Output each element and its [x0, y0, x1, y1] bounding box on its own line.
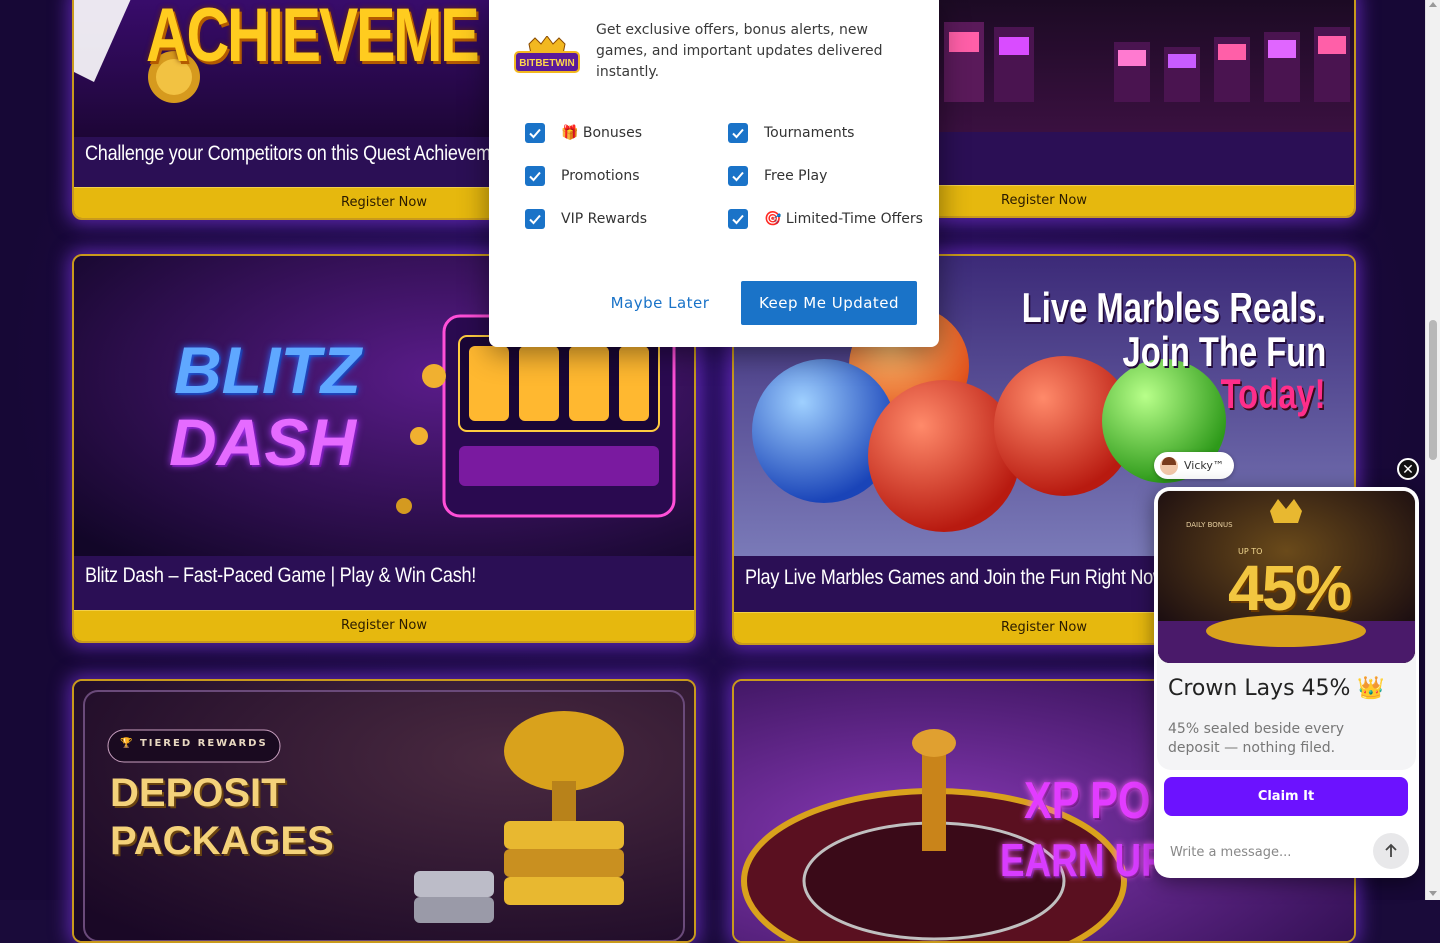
- deposit-title-line1: DEPOSIT: [110, 771, 286, 815]
- checkbox-checked[interactable]: [525, 166, 545, 186]
- daily-bonus-image: DAILY BONUS UP TO 45%: [1158, 491, 1415, 663]
- option-label: Tournaments: [764, 125, 855, 141]
- daily-bonus-label: DAILY BONUS: [1186, 521, 1233, 529]
- option-label: VIP Rewards: [561, 211, 648, 227]
- option-free-play[interactable]: Free Play: [728, 164, 827, 188]
- option-label: Free Play: [764, 168, 828, 184]
- agent-avatar: [1160, 456, 1178, 475]
- arrow-up-icon: [1385, 843, 1397, 857]
- card-caption: Blitz Dash – Fast-Paced Game | Play & Wi…: [85, 564, 477, 587]
- keep-me-updated-button[interactable]: Keep Me Updated: [741, 281, 917, 325]
- checkbox-checked[interactable]: [525, 123, 545, 143]
- option-promotions[interactable]: Promotions: [525, 164, 640, 188]
- xp-title-line1: XP PO: [1024, 772, 1151, 830]
- option-bonuses[interactable]: 🎁 Bonuses: [525, 121, 642, 145]
- send-button[interactable]: [1373, 833, 1409, 869]
- option-label: Promotions: [561, 168, 640, 184]
- promo-description: 45% sealed beside every deposit — nothin…: [1168, 721, 1345, 756]
- checkbox-checked[interactable]: [728, 209, 748, 229]
- checkbox-checked[interactable]: [728, 123, 748, 143]
- register-now-button[interactable]: Register Now: [74, 610, 694, 641]
- xp-title-line2: EARN UP: [1000, 834, 1166, 886]
- page-scrollbar[interactable]: [1425, 0, 1440, 900]
- agent-name: Vicky™: [1184, 459, 1224, 472]
- option-tournaments[interactable]: Tournaments: [728, 121, 854, 145]
- tiered-rewards-label: TIERED REWARDS: [139, 738, 268, 749]
- marbles-title-line1: Live Marbles Reals.: [1021, 284, 1326, 331]
- scroll-up-arrow-icon[interactable]: [1429, 2, 1437, 7]
- marbles-title-line2: Join The Fun: [1122, 328, 1326, 375]
- option-label: 🎁 Bonuses: [561, 125, 642, 141]
- card-caption: Challenge your Competitors on this Quest…: [85, 142, 491, 165]
- marbles-title-line3: Today!: [1221, 370, 1326, 417]
- card-caption: Play Live Marbles Games and Join the Fun…: [745, 566, 1166, 589]
- promo-card-deposit-packages: 🏆 TIERED REWARDS DEPOSIT PACKAGES: [72, 679, 696, 943]
- claim-it-button[interactable]: Claim It: [1164, 777, 1408, 816]
- chat-widget: DAILY BONUS UP TO 45% Crown Lays 45% 👑 4…: [1154, 487, 1419, 878]
- bonus-percent: 45%: [1228, 552, 1352, 624]
- blitz-title-line2: DASH: [169, 405, 357, 479]
- bitbetwin-logo: BITBETWIN: [514, 36, 580, 73]
- scroll-down-arrow-icon[interactable]: [1429, 891, 1437, 896]
- option-limited-time-offers[interactable]: 🎯 Limited-Time Offers: [728, 207, 923, 231]
- close-chat-button[interactable]: ✕: [1397, 458, 1419, 480]
- option-label: 🎯 Limited-Time Offers: [764, 211, 923, 227]
- daily-bonus-promo: DAILY BONUS UP TO 45% Crown Lays 45% 👑 4…: [1157, 490, 1416, 770]
- chat-agent-chip[interactable]: Vicky™: [1154, 452, 1234, 479]
- achievement-banner-title: ACHIEVEME: [146, 0, 480, 78]
- tiered-rewards-badge: 🏆 TIERED REWARDS: [120, 738, 268, 749]
- dialog-message: Get exclusive offers, bonus alerts, new …: [596, 22, 883, 80]
- notification-opt-in-dialog: BITBETWIN Get exclusive offers, bonus al…: [489, 0, 939, 347]
- scrollbar-thumb[interactable]: [1429, 320, 1437, 460]
- checkbox-checked[interactable]: [525, 209, 545, 229]
- maybe-later-button[interactable]: Maybe Later: [605, 281, 715, 325]
- deposit-title-line2: PACKAGES: [110, 819, 334, 863]
- blitz-title-line1: BLITZ: [174, 333, 361, 407]
- checkbox-checked[interactable]: [728, 166, 748, 186]
- promo-title: Crown Lays 45% 👑: [1168, 676, 1385, 701]
- message-input[interactable]: [1168, 841, 1362, 863]
- logo-text: BITBETWIN: [519, 58, 575, 69]
- option-vip-rewards[interactable]: VIP Rewards: [525, 207, 647, 231]
